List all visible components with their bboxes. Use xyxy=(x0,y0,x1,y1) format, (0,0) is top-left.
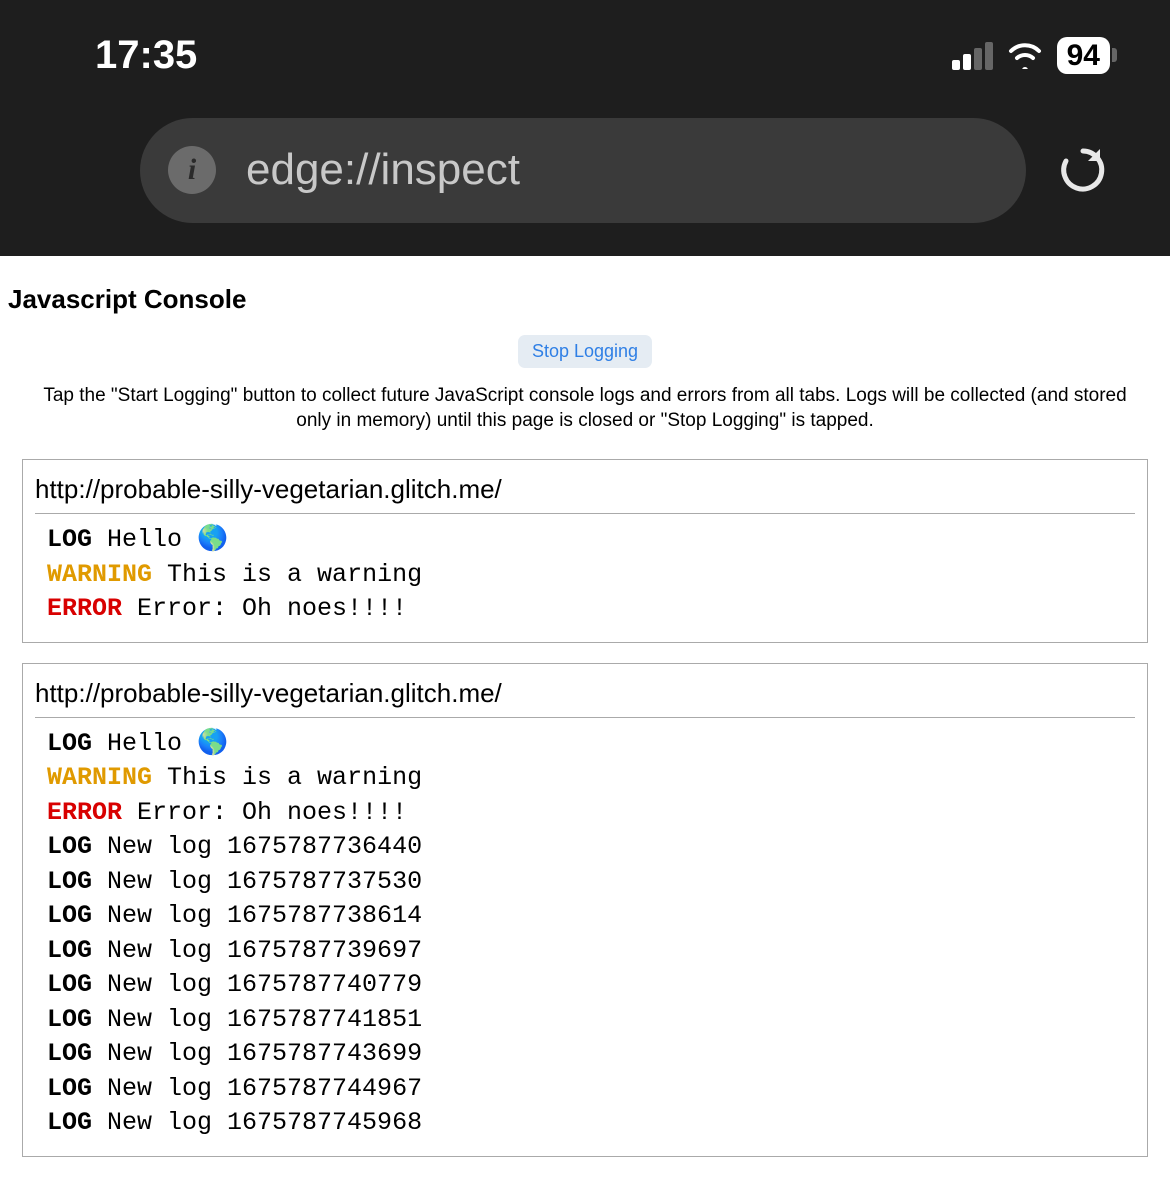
log-panel: http://probable-silly-vegetarian.glitch.… xyxy=(22,663,1148,1157)
log-level: ERROR xyxy=(47,798,122,827)
log-entry: LOG New log 1675787743699 xyxy=(47,1038,1135,1071)
address-url: edge://inspect xyxy=(246,145,520,195)
log-entry: LOG New log 1675787736440 xyxy=(47,831,1135,864)
log-message: New log 1675787736440 xyxy=(92,832,422,861)
log-entry: LOG New log 1675787745968 xyxy=(47,1107,1135,1140)
reload-button[interactable] xyxy=(1056,143,1110,197)
log-message: This is a warning xyxy=(152,763,422,792)
log-level: ERROR xyxy=(47,594,122,623)
page-content: Javascript Console Stop Logging Tap the … xyxy=(0,256,1170,1197)
wifi-icon xyxy=(1007,41,1043,69)
site-info-icon[interactable]: i xyxy=(168,146,216,194)
log-entry: LOG Hello 🌎 xyxy=(47,728,1135,761)
log-level: LOG xyxy=(47,1108,92,1137)
log-level: WARNING xyxy=(47,763,152,792)
battery-indicator: 94 xyxy=(1057,37,1110,74)
log-message: New log 1675787744967 xyxy=(92,1074,422,1103)
log-level: LOG xyxy=(47,1005,92,1034)
log-entry: WARNING This is a warning xyxy=(47,559,1135,592)
log-entry: LOG New log 1675787740779 xyxy=(47,969,1135,1002)
stop-logging-button[interactable]: Stop Logging xyxy=(518,335,652,368)
status-right: 94 xyxy=(952,37,1110,74)
log-message: Hello 🌎 xyxy=(92,729,228,758)
log-entries: LOG Hello 🌎WARNING This is a warningERRO… xyxy=(35,524,1135,626)
status-time: 17:35 xyxy=(95,33,197,78)
log-entry: LOG New log 1675787739697 xyxy=(47,935,1135,968)
log-level: LOG xyxy=(47,1039,92,1068)
log-message: This is a warning xyxy=(152,560,422,589)
log-entry: ERROR Error: Oh noes!!!! xyxy=(47,797,1135,830)
log-message: New log 1675787741851 xyxy=(92,1005,422,1034)
log-message: Error: Oh noes!!!! xyxy=(122,594,407,623)
log-level: LOG xyxy=(47,1074,92,1103)
log-entries: LOG Hello 🌎WARNING This is a warningERRO… xyxy=(35,728,1135,1140)
log-message: Error: Oh noes!!!! xyxy=(122,798,407,827)
log-message: New log 1675787745968 xyxy=(92,1108,422,1137)
log-entry: LOG New log 1675787741851 xyxy=(47,1004,1135,1037)
log-message: New log 1675787743699 xyxy=(92,1039,422,1068)
log-source-url: http://probable-silly-vegetarian.glitch.… xyxy=(35,472,1135,514)
log-level: LOG xyxy=(47,729,92,758)
log-level: LOG xyxy=(47,901,92,930)
log-panel: http://probable-silly-vegetarian.glitch.… xyxy=(22,459,1148,643)
cellular-icon xyxy=(952,40,993,70)
log-level: LOG xyxy=(47,936,92,965)
log-entry: LOG New log 1675787738614 xyxy=(47,900,1135,933)
address-row: i edge://inspect xyxy=(0,110,1170,230)
log-level: WARNING xyxy=(47,560,152,589)
log-entry: ERROR Error: Oh noes!!!! xyxy=(47,593,1135,626)
log-entry: LOG Hello 🌎 xyxy=(47,524,1135,557)
log-level: LOG xyxy=(47,867,92,896)
page-title: Javascript Console xyxy=(8,284,1162,315)
status-bar: 17:35 94 xyxy=(0,0,1170,110)
log-entry: WARNING This is a warning xyxy=(47,762,1135,795)
address-bar[interactable]: i edge://inspect xyxy=(140,118,1026,223)
log-entry: LOG New log 1675787744967 xyxy=(47,1073,1135,1106)
log-level: LOG xyxy=(47,970,92,999)
browser-chrome: 17:35 94 i edge://inspect xyxy=(0,0,1170,256)
log-message: New log 1675787737530 xyxy=(92,867,422,896)
log-message: New log 1675787739697 xyxy=(92,936,422,965)
log-message: New log 1675787738614 xyxy=(92,901,422,930)
log-level: LOG xyxy=(47,832,92,861)
log-source-url: http://probable-silly-vegetarian.glitch.… xyxy=(35,676,1135,718)
log-message: Hello 🌎 xyxy=(92,525,228,554)
log-message: New log 1675787740779 xyxy=(92,970,422,999)
log-level: LOG xyxy=(47,525,92,554)
instructions-text: Tap the "Start Logging" button to collec… xyxy=(8,384,1162,433)
log-entry: LOG New log 1675787737530 xyxy=(47,866,1135,899)
